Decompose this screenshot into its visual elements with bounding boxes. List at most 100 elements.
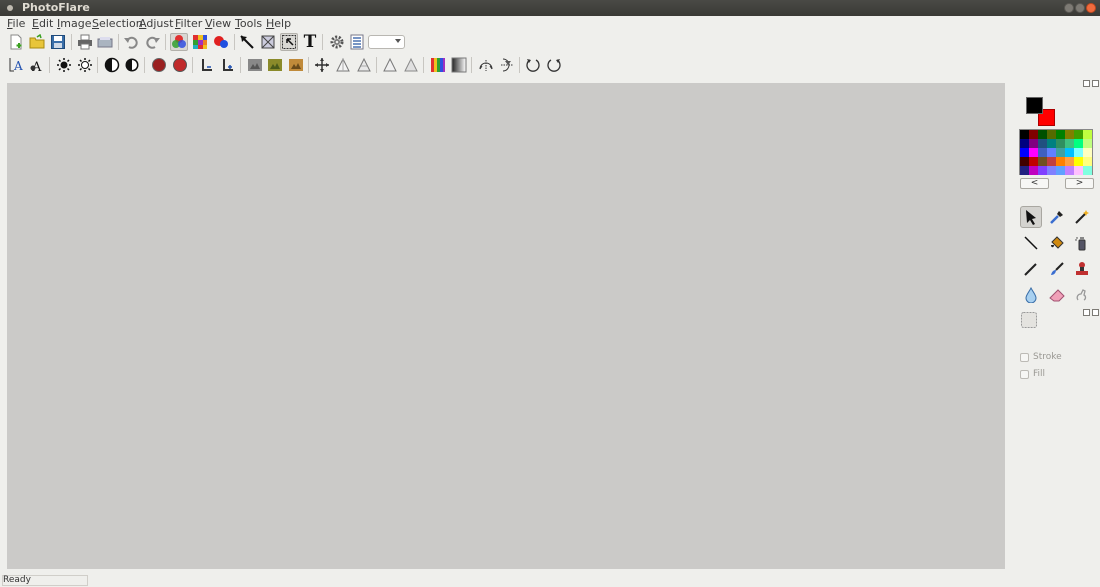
maximize-button[interactable] [1075,3,1085,13]
palette-swatch[interactable] [1047,157,1056,166]
dock-close-icon[interactable] [1092,309,1099,316]
palette-swatch[interactable] [1083,130,1092,139]
color-balls-icon[interactable] [212,33,230,51]
color-dock-buttons[interactable] [1083,80,1099,87]
triangle-small-outline-icon[interactable] [402,56,420,74]
palette-swatch[interactable] [1056,139,1065,148]
palette-swatch[interactable] [1038,130,1047,139]
fill-checkbox[interactable] [1020,369,1029,379]
save-icon[interactable] [49,33,67,51]
saturation-icon[interactable] [150,56,168,74]
brush-tool-icon[interactable] [1046,258,1068,280]
stamp-tool-icon[interactable] [1071,258,1093,280]
zoom-combo[interactable] [368,35,405,49]
contrast-alt-icon[interactable] [123,56,141,74]
palette-swatch[interactable] [1065,157,1074,166]
image-canvas[interactable] [7,83,1005,569]
arrow-pointer-tool-icon[interactable] [1020,206,1042,228]
brightness-down-icon[interactable] [76,56,94,74]
palette-swatch[interactable] [1056,130,1065,139]
color-grid-icon[interactable] [191,33,209,51]
palette-swatch[interactable] [1038,166,1047,175]
select-icon[interactable] [280,33,298,51]
palette-swatch[interactable] [1020,148,1029,157]
pointer-tool-icon[interactable] [238,33,256,51]
palette-swatch[interactable] [1074,157,1083,166]
undo-icon[interactable] [122,33,140,51]
minimize-button[interactable] [1064,3,1074,13]
text-tool-icon[interactable]: T [301,32,319,52]
palette-swatch[interactable] [1038,148,1047,157]
triangle-icon[interactable] [334,56,352,74]
gradient-gray-icon[interactable] [450,56,468,74]
flip-vertical-icon[interactable] [498,56,516,74]
palette-swatch[interactable] [1047,166,1056,175]
contrast-icon[interactable] [103,56,121,74]
palette-swatch[interactable] [1020,130,1029,139]
menu-file[interactable]: File [7,17,25,30]
redo-icon[interactable] [144,33,162,51]
palette-swatch[interactable] [1029,157,1038,166]
palette-swatch[interactable] [1047,139,1056,148]
close-button[interactable] [1086,3,1096,13]
settings-gear-icon[interactable] [328,33,346,51]
palette-swatch[interactable] [1029,166,1038,175]
paint-bucket-tool-icon[interactable] [1046,232,1068,254]
stroke-checkbox[interactable] [1020,352,1029,362]
dock-close-icon[interactable] [1092,80,1099,87]
image-filter-2-icon[interactable] [266,56,284,74]
menu-tools[interactable]: Tools [235,17,262,30]
palette-swatch[interactable] [1056,157,1065,166]
image-filter-3-icon[interactable] [287,56,305,74]
palette-swatch[interactable] [1065,130,1074,139]
palette-swatch[interactable] [1020,157,1029,166]
triangle-small-icon[interactable] [381,56,399,74]
foreground-color-swatch[interactable] [1026,97,1043,114]
palette-swatch[interactable] [1074,139,1083,148]
move-arrows-icon[interactable] [313,56,331,74]
scanner-icon[interactable] [96,33,114,51]
menu-help[interactable]: Help [266,17,291,30]
flip-horizontal-icon[interactable] [477,56,495,74]
line-tool-icon[interactable] [1020,232,1042,254]
marquee-tool-icon[interactable] [1018,309,1040,331]
layers-icon[interactable] [348,33,366,51]
palette-swatch[interactable] [1074,130,1083,139]
text-a-icon[interactable]: A [7,56,25,74]
palette-swatch[interactable] [1065,139,1074,148]
menu-view[interactable]: View [205,17,231,30]
levels-l-icon[interactable] [198,56,216,74]
palette-swatch[interactable] [1074,166,1083,175]
palette-swatch[interactable] [1020,139,1029,148]
palette-prev-button[interactable]: < [1020,178,1049,189]
levels-l-alt-icon[interactable] [219,56,237,74]
new-file-icon[interactable] [7,33,25,51]
spray-can-tool-icon[interactable] [1071,232,1093,254]
palette-swatch[interactable] [1065,148,1074,157]
image-filter-1-icon[interactable] [246,56,264,74]
palette-swatch[interactable] [1056,166,1065,175]
rotate-left-icon[interactable] [524,56,542,74]
palette-swatch[interactable] [1038,139,1047,148]
palette-swatch[interactable] [1083,139,1092,148]
palette-swatch[interactable] [1083,166,1092,175]
desaturate-icon[interactable] [171,56,189,74]
triangle-outline-icon[interactable] [355,56,373,74]
palette-swatch[interactable] [1029,139,1038,148]
fill-option[interactable]: Fill [1020,369,1045,379]
palette-swatch[interactable] [1056,148,1065,157]
print-icon[interactable] [76,33,94,51]
menu-selection[interactable]: Selection [92,17,143,30]
smudge-tool-icon[interactable] [1071,284,1093,306]
gradient-color-icon[interactable] [429,56,447,74]
palette-swatch[interactable] [1029,130,1038,139]
magic-wand-tool-icon[interactable] [1071,206,1093,228]
menu-adjust[interactable]: Adjust [139,17,173,30]
palette-swatch[interactable] [1020,166,1029,175]
crop-icon[interactable] [259,33,277,51]
palette-swatch[interactable] [1047,130,1056,139]
menu-image[interactable]: Image [57,17,91,30]
palette-swatch[interactable] [1083,148,1092,157]
palette-swatch[interactable] [1065,166,1074,175]
dock-float-icon[interactable] [1083,309,1090,316]
